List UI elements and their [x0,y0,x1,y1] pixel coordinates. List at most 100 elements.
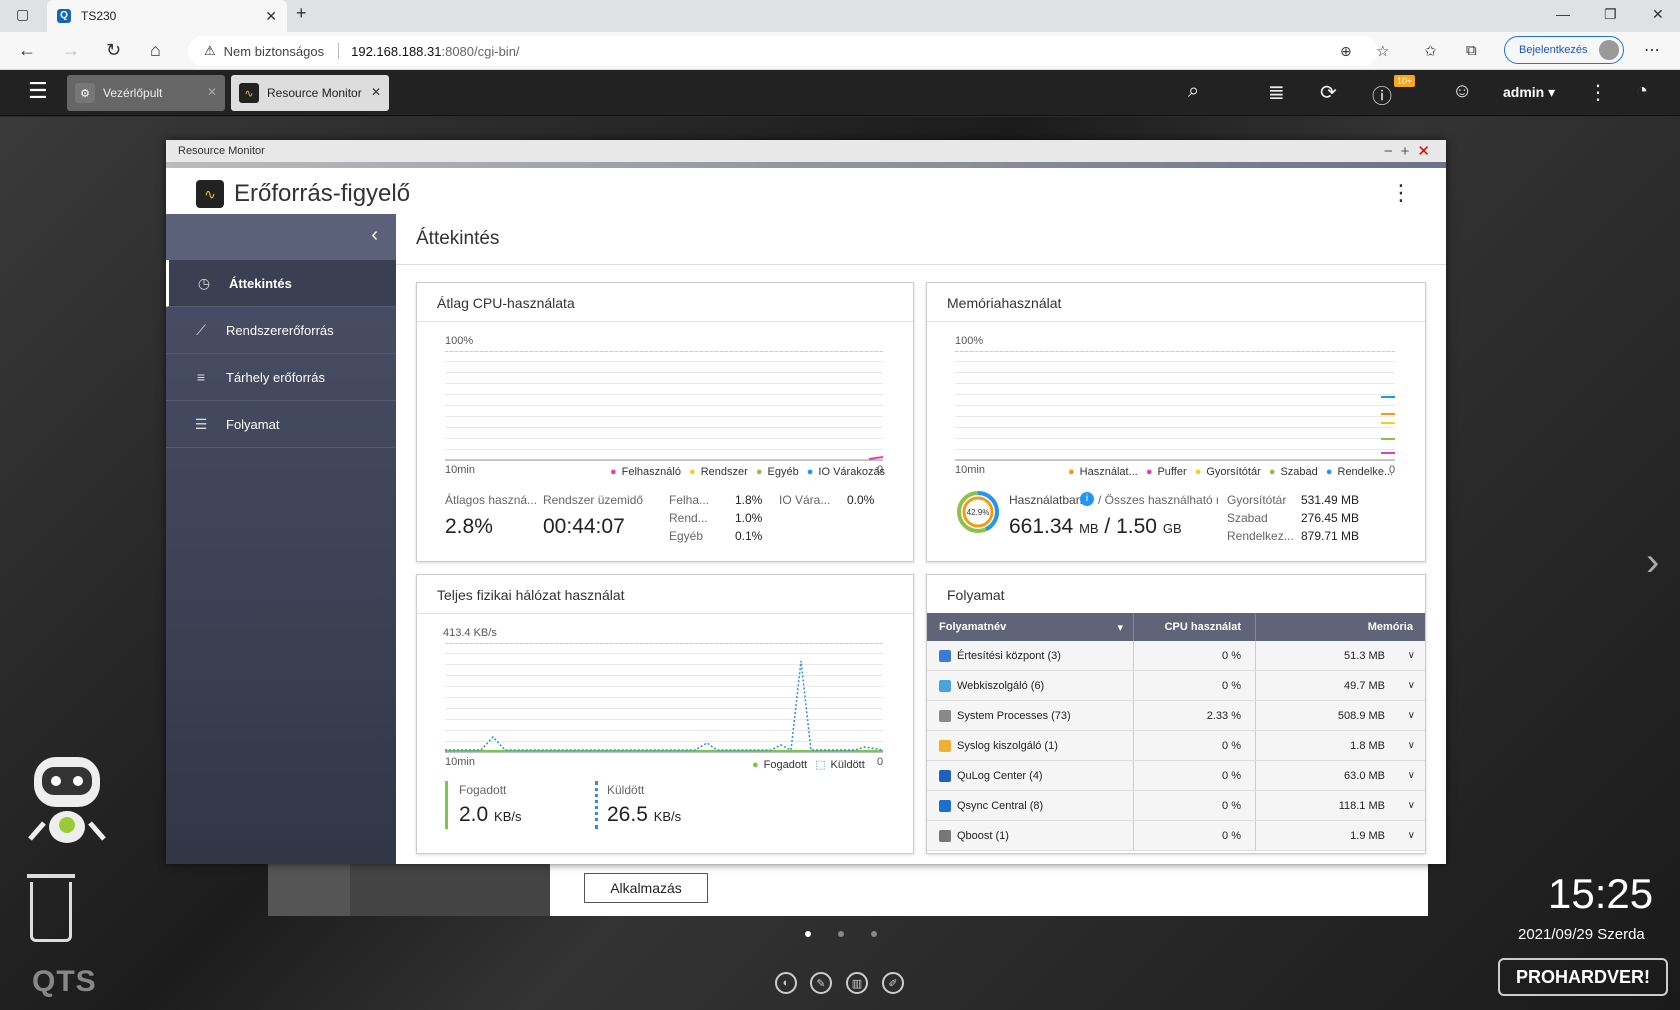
maximize-icon[interactable]: ❐ [1604,6,1617,23]
new-tab-icon[interactable]: + [296,3,307,24]
login-button[interactable]: Bejelentkezés [1504,36,1624,64]
main-menu-icon[interactable]: ☰ [28,78,48,104]
sidebar-item-process[interactable]: ☰ Folyamat [166,401,396,448]
process-memory: 63.0 MB [1344,769,1385,782]
process-name: QuLog Center (4) [957,769,1043,782]
process-icon [939,829,951,842]
external-device-icon[interactable]: ⟳ [1320,80,1337,105]
maximize-icon[interactable]: + [1401,143,1418,160]
dashboard-icon[interactable]: ◔ [1636,80,1648,103]
background-tasks-icon[interactable]: ≣ [1268,80,1285,105]
app-menu-icon[interactable]: ⋮ [1390,180,1412,206]
back-icon[interactable]: ← [18,40,36,61]
helpdesk-robot-icon[interactable] [24,755,110,855]
y-axis-top-label: 413.4 KB/s [443,627,497,639]
clock: 15:25 [1548,870,1654,917]
more-options-icon[interactable]: ⋮ [1588,80,1608,105]
table-row[interactable]: Értesítési központ (3) 0 % 51.3 MB ∨ [927,641,1425,671]
chevron-down-icon[interactable]: ∨ [1408,830,1415,841]
tab-actions-icon[interactable]: ▢ [16,6,29,23]
process-cpu: 0 % [1222,679,1241,692]
uptime-label: Rendszer üzemidő [543,493,644,507]
table-row[interactable]: Syslog kiszolgáló (1) 0 % 1.8 MB ∨ [927,731,1425,761]
info-icon[interactable]: i [1080,492,1094,506]
table-row[interactable]: Qboost (1) 0 % 1.9 MB ∨ [927,821,1425,851]
breakdown-value: 0.1% [735,529,763,543]
close-tab-icon[interactable]: ✕ [265,8,277,25]
dock-icon[interactable]: ▥ [846,972,868,994]
x-axis-left-label: 10min [445,464,475,476]
chevron-down-icon[interactable]: ∨ [1408,710,1415,721]
cpu-chart [445,456,883,461]
reload-icon[interactable]: ↻ [106,40,121,61]
chevron-down-icon[interactable]: ∨ [1408,740,1415,751]
sidebar-item-overview[interactable]: ◷ Áttekintés [166,260,396,307]
tab-resource-monitor[interactable]: ∿ Resource Monitor ✕ [231,75,389,111]
column-header-cpu[interactable]: CPU használat [1133,613,1255,641]
process-memory-cell: 508.9 MB ∨ [1255,701,1425,730]
table-row[interactable]: Webkiszolgáló (6) 0 % 49.7 MB ∨ [927,671,1425,701]
background-panel [350,860,550,916]
dock-icon[interactable]: ◐ [775,972,797,994]
add-favorite-icon[interactable]: ☆ [1376,42,1389,60]
process-name: Webkiszolgáló (6) [957,679,1045,692]
url-field[interactable]: ⚠ Nem biztonságos 192.168.188.31 :8080/c… [188,36,1378,66]
chevron-down-icon[interactable]: ∨ [1408,770,1415,781]
process-memory-cell: 49.7 MB ∨ [1255,671,1425,700]
memory-panel: Memóriahasználat 100% 10min 0 ● Használat… [926,282,1426,562]
column-header-name[interactable]: Folyamatnév ▾ [927,621,1133,634]
dock-icon[interactable]: ✎ [810,972,832,994]
browser-tab[interactable]: Q TS230 ✕ [47,0,287,32]
x-axis-right-label: 0 [877,756,884,768]
memory-used-total: 661.34 MB / 1.50 GB [1009,515,1182,539]
collections-icon[interactable]: ⧉ [1466,42,1477,59]
table-row[interactable]: System Processes (73) 2.33 % 508.9 MB ∨ [927,701,1425,731]
page-dot[interactable] [871,931,877,937]
memory-chart [955,396,1395,461]
tab-control-panel[interactable]: ⚙ Vezérlőpult ✕ [67,75,225,111]
close-icon[interactable]: ✕ [1417,143,1438,160]
network-panel: Teljes fizikai hálózat használat 413.4 K… [416,574,914,854]
apply-button[interactable]: Alkalmazás [584,873,708,903]
sidebar-item-storage-resource[interactable]: ≡ Tárhely erőforrás [166,354,396,401]
process-cpu-cell: 0 % [1133,671,1255,700]
zoom-icon[interactable]: ⊕ [1340,43,1352,60]
chevron-down-icon[interactable]: ∨ [1408,650,1415,661]
received-rate: 2.0 KB/s [459,803,522,827]
process-name-cell: System Processes (73) [927,701,1133,730]
browser-menu-icon[interactable]: ⋯ [1644,40,1660,60]
sidebar-item-system-resource[interactable]: ⟋ Rendszererőforrás [166,307,396,354]
user-menu[interactable]: admin ▾ [1503,84,1555,101]
page-dot[interactable] [805,931,811,937]
avg-cpu-label: Átlagos haszná... [445,493,538,507]
minimize-icon[interactable]: — [1556,6,1570,22]
column-header-memory[interactable]: Memória [1255,613,1425,641]
home-icon[interactable]: ⌂ [150,40,161,61]
process-cpu-cell: 0 % [1133,791,1255,820]
process-name-cell: Qsync Central (8) [927,791,1133,820]
close-tab-icon[interactable]: ✕ [371,85,381,99]
forward-icon[interactable]: → [62,40,80,61]
close-tab-icon[interactable]: ✕ [207,85,217,99]
used-memory-value: 661.34 [1009,515,1074,538]
page-dot[interactable] [838,931,844,937]
search-icon[interactable]: ⌕ [1188,80,1199,103]
dock-icon[interactable]: ✐ [882,972,904,994]
process-icon [939,649,951,662]
table-row[interactable]: QuLog Center (4) 0 % 63.0 MB ∨ [927,761,1425,791]
breakdown-label: Rend... [669,511,708,525]
close-window-icon[interactable]: ✕ [1652,6,1664,23]
user-icon[interactable]: ☺ [1452,80,1472,103]
notification-icon[interactable]: ⓘ [1372,80,1392,109]
background-panel [268,860,350,916]
minimize-icon[interactable]: − [1384,143,1401,160]
next-page-arrow-icon[interactable]: › [1646,540,1659,585]
table-row[interactable]: Qsync Central (8) 0 % 118.1 MB ∨ [927,791,1425,821]
chevron-down-icon[interactable]: ∨ [1408,800,1415,811]
favorites-icon[interactable]: ✩ [1424,42,1437,60]
chevron-down-icon[interactable]: ∨ [1408,680,1415,691]
collapse-sidebar-icon[interactable]: ‹ [166,214,396,260]
sent-bar [595,781,598,829]
trash-icon[interactable] [27,874,75,942]
sort-icon: ▾ [1117,621,1123,634]
